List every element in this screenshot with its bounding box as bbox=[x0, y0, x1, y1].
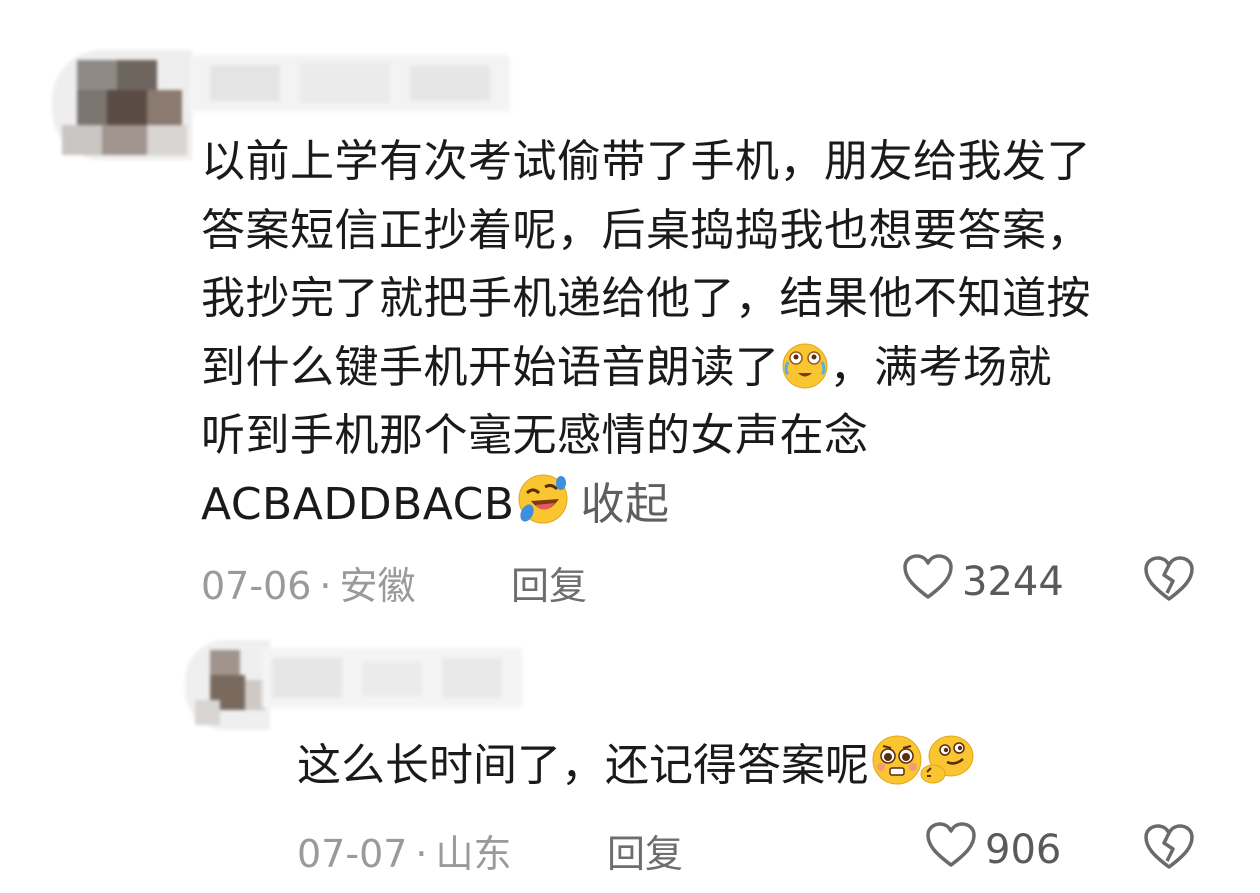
reply-body: 这么长时间了，还记得答案呢 bbox=[297, 732, 1197, 798]
thinking-smirk-emoji bbox=[919, 732, 974, 784]
reply-button[interactable]: 回复 bbox=[511, 555, 587, 610]
rolling-laughing-emoji bbox=[515, 471, 568, 523]
comment-line: ACBADDBACB 收起 bbox=[201, 471, 1211, 540]
heart-outline-icon bbox=[925, 821, 985, 879]
reply-text: 这么长时间了，还记得答案呢 bbox=[297, 740, 869, 791]
meta-separator: · bbox=[319, 564, 332, 608]
comment-line: 我抄完了就把手机递给他了，结果他不知道按 bbox=[201, 273, 1091, 324]
comment-line-text: ACBADDBACB bbox=[201, 478, 515, 530]
broken-heart-icon bbox=[1143, 556, 1195, 607]
like-count: 3244 bbox=[962, 559, 1064, 605]
reply-meta: 07-07 · 山东 bbox=[297, 823, 512, 878]
comment-line: 听到手机那个毫无感情的女声在念 bbox=[201, 410, 869, 461]
comment-line: 以前上学有次考试偷带了手机，朋友给我发了 bbox=[201, 136, 1091, 187]
comment-line-text: 到什么键手机开始语音朗读了 bbox=[201, 341, 780, 393]
crying-laughing-emoji bbox=[780, 340, 830, 390]
comment-line-text: ，满考场就 bbox=[829, 341, 1052, 393]
replier-username[interactable] bbox=[262, 648, 522, 708]
meta-separator: · bbox=[415, 832, 428, 876]
commenter-avatar[interactable] bbox=[52, 50, 192, 160]
reply-reply-button[interactable]: 回复 bbox=[607, 823, 683, 878]
collapse-button[interactable]: 收起 bbox=[581, 479, 670, 530]
reply-like-count: 906 bbox=[985, 827, 1062, 873]
comment-body: 以前上学有次考试偷带了手机，朋友给我发了 答案短信正抄着呢，后桌捣捣我也想要答案… bbox=[201, 128, 1211, 539]
comment-location: 安徽 bbox=[339, 564, 416, 608]
commenter-username[interactable] bbox=[190, 55, 510, 111]
reply-date: 07-07 bbox=[297, 832, 408, 876]
reply-dislike-button[interactable] bbox=[1143, 823, 1195, 875]
reply-like-button[interactable]: 906 bbox=[925, 821, 1061, 879]
comment-line: 答案短信正抄着呢，后桌捣捣我也想要答案， bbox=[201, 204, 1091, 256]
replier-avatar[interactable] bbox=[185, 640, 270, 730]
heart-outline-icon bbox=[902, 553, 962, 611]
broken-heart-icon bbox=[1143, 824, 1195, 875]
like-button[interactable]: 3244 bbox=[902, 553, 1064, 611]
dislike-button[interactable] bbox=[1143, 555, 1195, 607]
pleading-emoji bbox=[869, 732, 922, 785]
reply-location: 山东 bbox=[435, 832, 512, 876]
comment-line: 到什么键手机开始语音朗读了 ，满考场就 bbox=[201, 334, 1211, 403]
comment-meta: 07-06 · 安徽 bbox=[201, 555, 416, 610]
comment-date: 07-06 bbox=[201, 564, 312, 608]
